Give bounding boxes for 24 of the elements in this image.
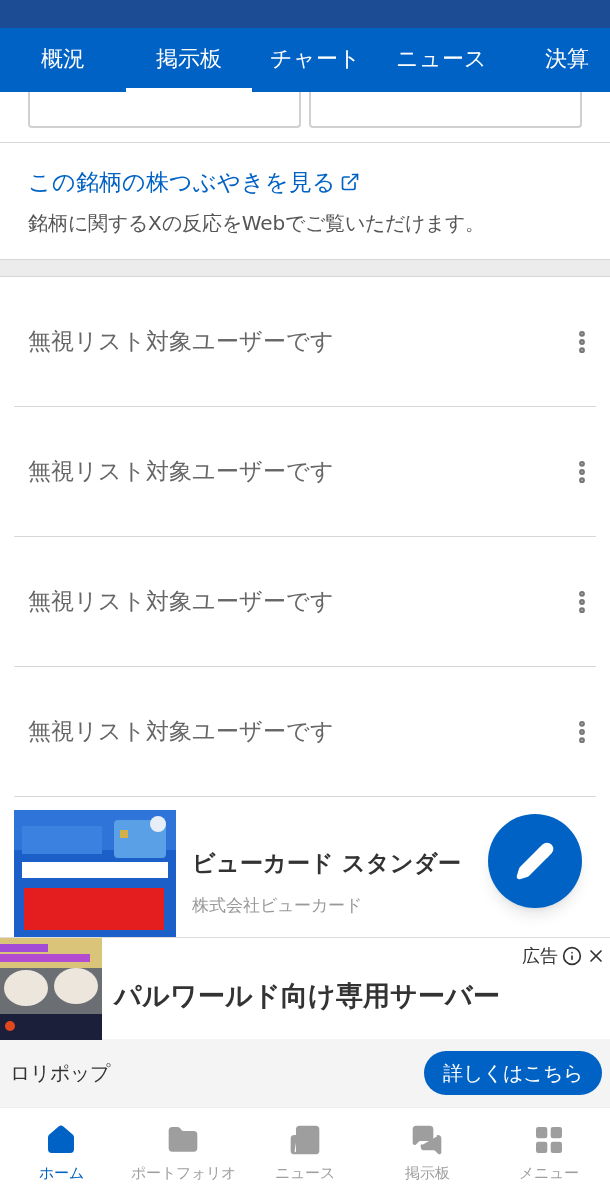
post-text: 無視リスト対象ユーザーです	[28, 717, 334, 747]
banner-advertiser: ロリポップ	[10, 1060, 110, 1087]
details-button[interactable]: 詳しくはこちら	[424, 1051, 602, 1095]
pencil-icon	[515, 841, 555, 881]
banner-headline[interactable]: パルワールド向け専用サーバー	[102, 938, 500, 1039]
post-text: 無視リスト対象ユーザーです	[28, 327, 334, 357]
sponsored-title[interactable]: ビューカード スタンダー	[192, 846, 461, 881]
sponsored-advertiser: 株式会社ビューカード	[192, 893, 363, 917]
nav-item[interactable]: ホーム	[0, 1108, 122, 1200]
grid-icon	[533, 1124, 565, 1156]
tab[interactable]: ニュース	[378, 28, 504, 92]
info-icon[interactable]	[562, 945, 582, 966]
chat-bubbles-icon	[411, 1124, 443, 1156]
tab[interactable]: チャート	[252, 28, 378, 92]
tweets-link[interactable]: この銘柄の株つぶやきを見る	[28, 165, 582, 200]
tab[interactable]: 掲示板	[126, 28, 252, 92]
post-text: 無視リスト対象ユーザーです	[28, 457, 334, 487]
tweets-description: 銘柄に関するXの反応をWebでご覧いただけます。	[28, 209, 487, 237]
tab[interactable]: 決算	[504, 28, 610, 92]
post-text: 無視リスト対象ユーザーです	[28, 587, 334, 617]
home-icon	[45, 1124, 77, 1156]
ad-label: 広告	[522, 944, 558, 968]
tab[interactable]: 概況	[0, 28, 126, 92]
external-link-icon	[340, 172, 360, 193]
